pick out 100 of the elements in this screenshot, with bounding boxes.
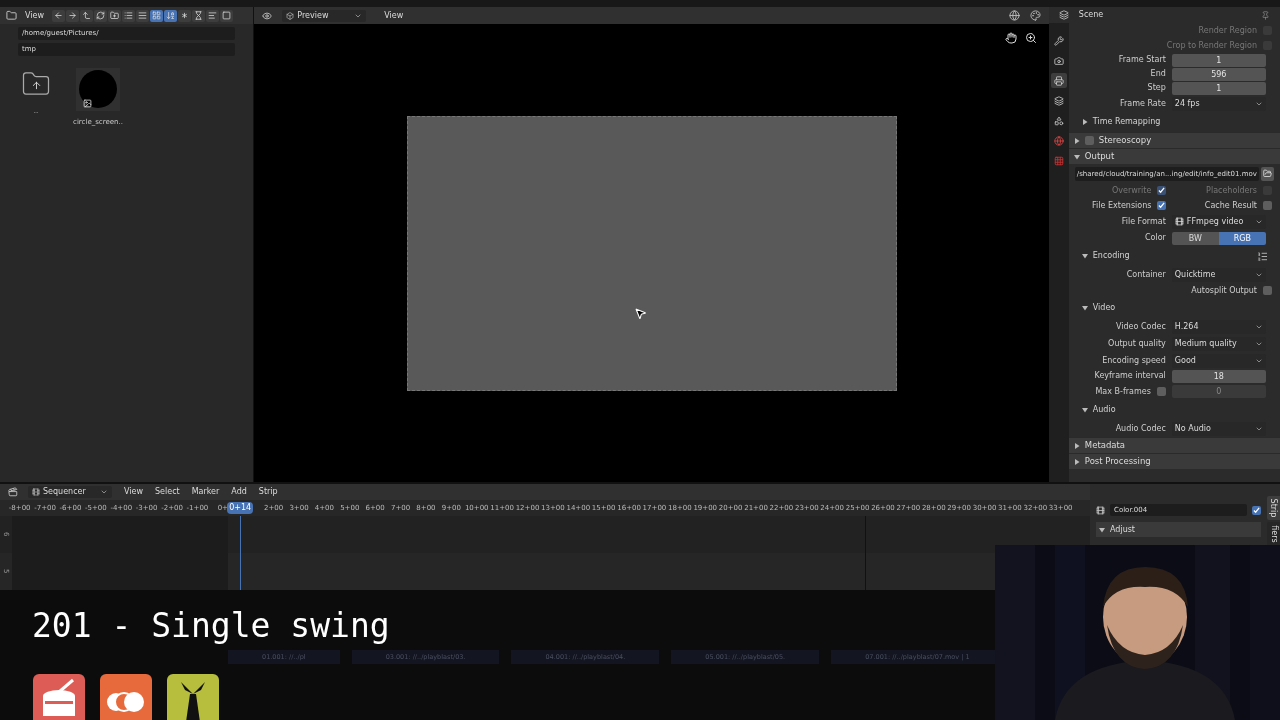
film-icon	[1174, 217, 1184, 226]
subpanel-title[interactable]: Video	[1092, 302, 1268, 314]
video-title: 201 - Single swing	[31, 605, 391, 646]
subpanel-title[interactable]: Audio	[1092, 404, 1268, 416]
toolbar-button[interactable]	[66, 9, 79, 22]
toggle-option[interactable]: BW	[1171, 231, 1219, 245]
field-label: File Format	[1120, 215, 1166, 228]
layers-icon	[1053, 95, 1064, 106]
toolbar-button[interactable]	[108, 9, 121, 22]
disclosure-triangle-icon[interactable]	[1073, 153, 1080, 160]
field-label: Step	[1146, 82, 1166, 94]
disclosure-triangle-icon[interactable]	[1081, 305, 1088, 311]
toolbar-button[interactable]	[150, 9, 163, 22]
subpanel-title[interactable]: Encoding	[1092, 250, 1252, 262]
field-label: Frame Start	[1117, 54, 1166, 66]
pin-icon[interactable]	[1261, 10, 1270, 20]
presets-icon[interactable]	[1257, 250, 1268, 262]
checkbox[interactable]	[1084, 136, 1094, 145]
panel-header[interactable]: Metadata	[1068, 437, 1280, 453]
shapes-icon	[1053, 115, 1064, 126]
hand-icon[interactable]	[1004, 32, 1017, 44]
image-icon	[83, 99, 92, 108]
mode-dropdown[interactable]: Preview	[282, 9, 367, 22]
toggle-option[interactable]: RGB	[1218, 231, 1266, 245]
panel-header[interactable]: Post Processing	[1068, 453, 1280, 469]
editor-type-icon[interactable]	[8, 487, 18, 497]
toolbar-button[interactable]	[94, 9, 107, 22]
wrench-icon	[1053, 35, 1064, 46]
mode-dropdown[interactable]: Sequencer	[28, 486, 112, 498]
view-menu[interactable]: View	[25, 9, 44, 22]
new-folder-icon	[110, 11, 119, 20]
checkbox[interactable]	[1157, 201, 1167, 210]
back-arrow-icon	[54, 11, 63, 20]
disclosure-triangle-icon[interactable]	[1073, 458, 1080, 465]
checkbox[interactable]	[1263, 201, 1272, 210]
playhead-frame-badge[interactable]: 0+14	[227, 502, 254, 514]
properties-tab[interactable]	[1050, 73, 1067, 88]
sidebar-tab[interactable]: Strip	[1267, 496, 1280, 520]
context-label: Scene	[1078, 9, 1105, 21]
menu-item[interactable]: Strip	[258, 486, 278, 498]
dropdown[interactable]: H.264	[1171, 319, 1266, 334]
toolbar-button[interactable]	[192, 9, 205, 22]
folder-button[interactable]	[1261, 166, 1274, 181]
checkbox[interactable]	[1252, 505, 1261, 515]
dropdown[interactable]: Medium quality	[1171, 336, 1266, 351]
sidebar-tab[interactable]: fiers	[1267, 522, 1280, 546]
toolbar-button[interactable]	[220, 9, 233, 22]
toolbar-button[interactable]	[52, 9, 65, 22]
grid-icon	[152, 11, 161, 20]
globe-icon	[1053, 135, 1064, 146]
disclosure-triangle-icon[interactable]	[1081, 119, 1088, 125]
disclosure-triangle-icon[interactable]	[1073, 442, 1080, 449]
number-field[interactable]: 1	[1171, 53, 1266, 67]
printer-icon	[1053, 75, 1064, 86]
toolbar-button[interactable]	[122, 9, 135, 22]
checkbox-label: Placeholders	[1206, 184, 1257, 197]
checker-icon	[1053, 155, 1064, 166]
menu-item[interactable]: Add	[231, 486, 247, 498]
panel-title: Stereoscopy	[1098, 134, 1152, 147]
dropdown[interactable]: No Audio	[1171, 421, 1266, 436]
dropdown[interactable]: FFmpeg video	[1171, 214, 1266, 229]
menu-item[interactable]: Select	[155, 486, 180, 498]
dropdown[interactable]: Good	[1171, 353, 1266, 368]
panel-header[interactable]: Adjust	[1096, 522, 1261, 537]
toolbar-button[interactable]	[164, 9, 177, 22]
panel-title: Output	[1084, 150, 1115, 163]
parent-arrow-icon	[82, 11, 91, 20]
checkbox[interactable]	[1263, 286, 1272, 295]
dropdown[interactable]: 24 fps	[1171, 96, 1266, 111]
editor-type-icon[interactable]	[1058, 10, 1069, 20]
panel-header[interactable]: Output	[1068, 148, 1280, 164]
refresh-icon	[96, 11, 105, 20]
gizmo-icon[interactable]	[1008, 10, 1020, 21]
editor-type-icon[interactable]	[262, 10, 273, 21]
toolbar-button[interactable]	[206, 9, 219, 22]
view-menu[interactable]: View	[384, 9, 404, 22]
folder-icon	[1263, 169, 1272, 178]
subpanel-title[interactable]: Time Remapping	[1092, 116, 1268, 128]
toolbar-button[interactable]	[80, 9, 93, 22]
dropdown[interactable]: Quicktime	[1171, 267, 1266, 282]
number-field[interactable]: 1	[1171, 81, 1266, 95]
menu-item[interactable]: View	[124, 486, 143, 498]
number-field[interactable]: 596	[1171, 67, 1266, 81]
disclosure-triangle-icon[interactable]	[1081, 407, 1088, 413]
checkbox[interactable]	[1156, 387, 1166, 396]
camera-icon	[1053, 55, 1064, 66]
field-label: Frame Rate	[1119, 97, 1166, 110]
zoom-icon[interactable]	[1024, 32, 1037, 44]
chevron-down-icon	[100, 488, 108, 496]
checkbox-label: Crop to Render Region	[1166, 39, 1257, 52]
toolbar-button[interactable]	[178, 9, 191, 22]
lines-icon	[138, 11, 147, 20]
panel-header[interactable]: Stereoscopy	[1068, 132, 1280, 148]
menu-item[interactable]: Marker	[191, 486, 220, 498]
disclosure-triangle-icon[interactable]	[1081, 253, 1088, 259]
folder-icon[interactable]	[6, 10, 17, 21]
disclosure-triangle-icon[interactable]	[1099, 526, 1105, 533]
disclosure-triangle-icon[interactable]	[1073, 137, 1080, 144]
toolbar-button[interactable]	[136, 9, 149, 22]
number-field[interactable]: 18	[1171, 369, 1266, 383]
